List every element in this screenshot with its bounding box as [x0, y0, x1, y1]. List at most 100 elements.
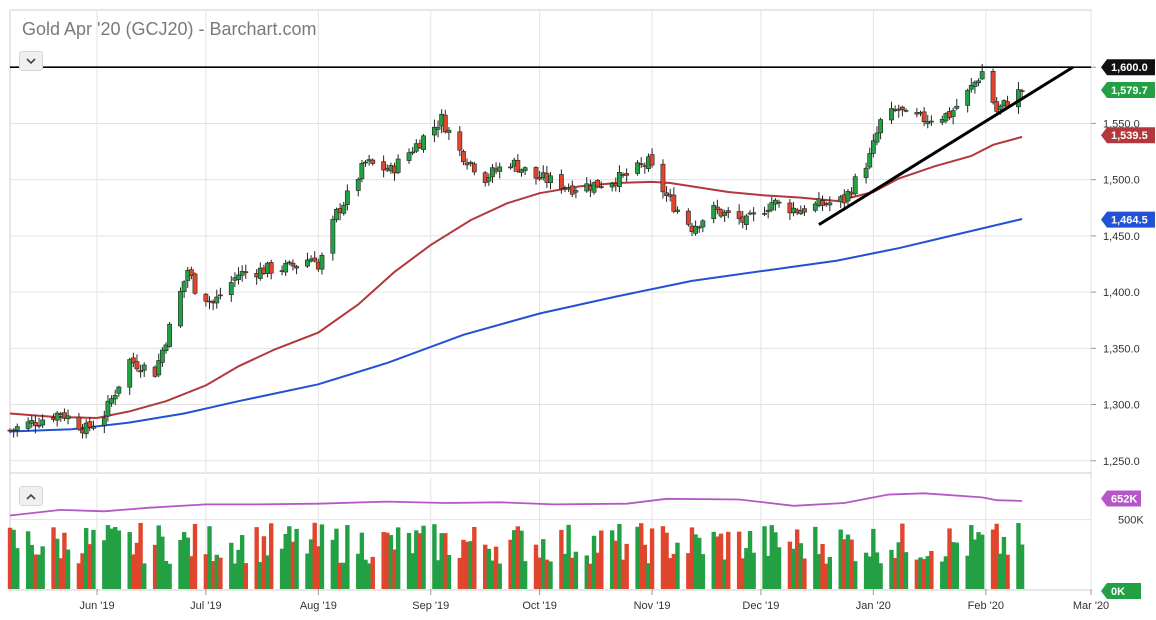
- price-badge: 1,600.0: [1101, 59, 1155, 76]
- candle: [896, 104, 902, 118]
- candle: [965, 88, 971, 113]
- candle-body: [548, 175, 553, 184]
- volume-badge-label: 652K: [1111, 494, 1137, 506]
- candle-body: [867, 153, 873, 168]
- candle: [497, 162, 503, 179]
- candle-body: [457, 131, 463, 151]
- volume-bar: [929, 550, 934, 589]
- candle: [827, 196, 833, 212]
- candle-body: [14, 426, 20, 431]
- candle-body: [638, 163, 644, 165]
- candle-body: [598, 186, 604, 188]
- candle-body: [874, 132, 880, 143]
- price-badge-label: 1,539.5: [1111, 130, 1148, 142]
- candle-body: [1019, 90, 1025, 92]
- candle-body: [138, 370, 143, 373]
- volume-bar: [421, 525, 426, 589]
- candle: [236, 267, 241, 285]
- candle: [950, 107, 956, 125]
- volume-bar: [979, 534, 985, 589]
- candle-body: [725, 210, 731, 213]
- candle-body: [435, 126, 441, 130]
- candle: [522, 166, 528, 176]
- candle-body: [700, 220, 706, 228]
- candle-body: [290, 262, 296, 267]
- date-tick-label: Jul '19: [190, 600, 221, 612]
- volume-bar: [192, 523, 198, 589]
- candle-body: [486, 177, 492, 182]
- volume-bar: [522, 561, 528, 589]
- volume-bar: [65, 549, 71, 589]
- candle: [671, 187, 677, 214]
- candle-body: [359, 163, 365, 180]
- candle-body: [508, 166, 513, 169]
- candle: [711, 201, 717, 224]
- candle-body: [573, 190, 579, 193]
- price-pane-collapse-button[interactable]: [19, 51, 43, 71]
- candle-body: [762, 213, 767, 215]
- candle-body: [468, 161, 474, 164]
- candle: [700, 219, 706, 233]
- candle-body: [181, 281, 187, 293]
- volume-bar: [268, 523, 274, 589]
- candle-body: [497, 166, 503, 172]
- date-tick-label: Jun '19: [79, 600, 114, 612]
- volume-bar: [649, 528, 655, 589]
- volume-pane-collapse-button[interactable]: [19, 486, 43, 506]
- price-tick-label: 1,450.0: [1103, 231, 1140, 243]
- candle-body: [558, 174, 564, 189]
- candle: [167, 321, 173, 348]
- candle-body: [101, 417, 107, 426]
- candle-body: [442, 114, 448, 133]
- candle-body: [134, 361, 140, 370]
- volume-average-line: [9, 492, 1023, 517]
- candle-body: [827, 202, 833, 206]
- volume-bar: [91, 529, 96, 589]
- candle: [54, 410, 60, 427]
- candle: [928, 115, 934, 126]
- volume-bar: [573, 551, 579, 589]
- date-tick-label: Dec '19: [742, 600, 779, 612]
- price-badge: 1,579.7: [1101, 82, 1155, 99]
- price-badge: 1,464.5: [1101, 211, 1155, 228]
- candle: [421, 134, 426, 153]
- volume-bars: [7, 522, 1025, 589]
- volume-bar: [40, 546, 45, 589]
- volume-bar: [827, 556, 833, 589]
- candle-body: [471, 163, 477, 173]
- candlesticks: [7, 63, 1025, 439]
- candle: [1016, 82, 1021, 114]
- volume-bar: [1019, 544, 1025, 589]
- candle-body: [950, 110, 956, 117]
- candle-body: [268, 262, 274, 274]
- candle: [635, 160, 640, 176]
- price-badge-label: 1,579.7: [1111, 85, 1148, 97]
- candle-body: [979, 71, 985, 80]
- candle: [319, 252, 325, 275]
- volume-bar: [675, 542, 680, 589]
- volume-bar: [853, 561, 858, 589]
- candle-body: [410, 151, 416, 154]
- candle-body: [421, 135, 426, 150]
- candle-body: [1016, 89, 1021, 108]
- candle-body: [595, 180, 601, 188]
- volume-bar: [802, 558, 807, 589]
- chevron-down-icon: [26, 57, 36, 64]
- candle: [14, 423, 20, 437]
- candle-body: [685, 210, 691, 225]
- candle: [243, 264, 249, 279]
- candle-body: [446, 129, 452, 133]
- candle: [203, 292, 209, 307]
- candle: [954, 98, 960, 111]
- candle-body: [997, 105, 1003, 110]
- candle-body: [660, 163, 666, 193]
- candle: [290, 259, 296, 271]
- candle-body: [624, 173, 630, 176]
- candle: [533, 166, 539, 185]
- candle-body: [178, 291, 183, 327]
- candle: [76, 412, 82, 432]
- candle: [192, 272, 198, 295]
- candle: [330, 215, 336, 261]
- volume-bar: [15, 548, 20, 589]
- ma50-line: [9, 135, 1023, 420]
